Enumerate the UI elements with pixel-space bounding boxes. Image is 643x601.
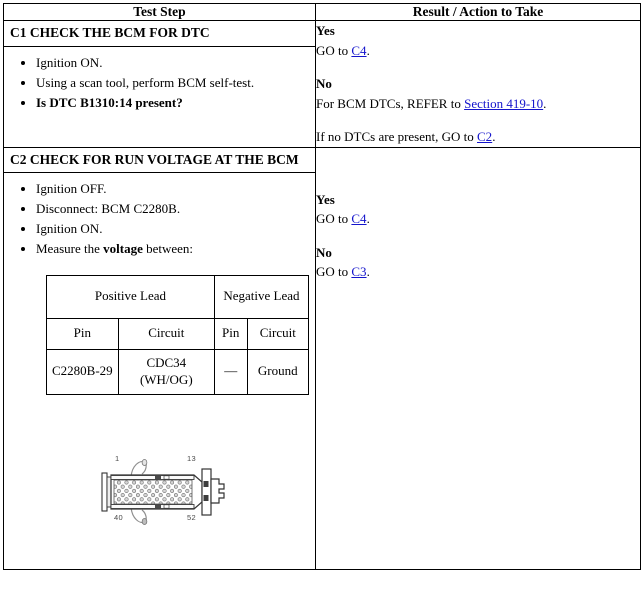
connector-pin-label-52: 52	[187, 512, 196, 522]
step-title-c2: C2 CHECK FOR RUN VOLTAGE AT THE BCM	[4, 148, 315, 174]
result-cell-c2: Yes GO to C4. No GO to C3.	[315, 146, 641, 570]
result-yes-suffix: .	[366, 211, 370, 226]
result-yes-prefix: GO to	[316, 42, 352, 58]
link-c4[interactable]: C4	[351, 211, 366, 226]
measurement-group-header-row: Positive Lead Negative Lead	[46, 274, 310, 319]
result-yes-line: GO to C4.	[316, 41, 640, 61]
link-section-419-10[interactable]: Section 419-10	[464, 96, 543, 111]
step-cell-c2: C2 CHECK FOR RUN VOLTAGE AT THE BCM Igni…	[3, 146, 316, 570]
connector-pin-label-13: 13	[187, 453, 196, 463]
list-item: Measure the voltage between:	[36, 240, 309, 259]
result-extra-line: If no DTCs are present, GO to C2.	[316, 127, 640, 147]
measurement-value-negative-circuit: Ground	[246, 348, 310, 395]
result-no-suffix: .	[543, 95, 547, 111]
pinpoint-test-table: Test Step Result / Action to Take C1 CHE…	[3, 3, 641, 570]
step-bullet-list-c1: Ignition ON. Using a scan tool, perform …	[10, 54, 309, 113]
measurement-header-positive-circuit: Circuit	[117, 317, 215, 350]
pinpoint-test-page: Test Step Result / Action to Take C1 CHE…	[0, 0, 643, 601]
result-no-suffix: .	[366, 264, 370, 279]
result-no-prefix: GO to	[316, 264, 352, 279]
step-body-c1: Ignition ON. Using a scan tool, perform …	[4, 47, 315, 120]
result-yes-line: GO to C4.	[316, 209, 640, 229]
result-yes-label: Yes	[316, 23, 335, 38]
link-c2[interactable]: C2	[477, 129, 492, 144]
connector-figure-wrap: 1 13 40 52	[10, 451, 309, 563]
result-no-line: For BCM DTCs, REFER to Section 419-10.	[316, 94, 640, 114]
connector-diagram: 1 13 40 52	[98, 451, 248, 531]
list-item: Using a scan tool, perform BCM self-test…	[36, 74, 309, 93]
measurement-value-negative-pin: —	[213, 348, 248, 395]
list-item: Is DTC B1310:14 present?	[36, 94, 309, 113]
measurement-value-positive-pin: C2280B-29	[46, 348, 119, 395]
measurement-header-negative-pin: Pin	[213, 317, 248, 350]
measurement-sub-header-row: Pin Circuit Pin Circuit	[46, 317, 310, 350]
result-extra-prefix: If no DTCs are present, GO to	[316, 129, 478, 144]
result-extra-suffix: .	[492, 129, 496, 144]
emphasis-voltage: voltage	[103, 240, 143, 256]
connector-pin-label-40: 40	[114, 512, 123, 522]
step-title-c1: C1 CHECK THE BCM FOR DTC	[4, 21, 315, 47]
measurement-value-positive-circuit: CDC34 (WH/OG)	[117, 348, 215, 395]
result-no-prefix: For BCM DTCs, REFER to	[316, 95, 465, 111]
table-row: C2280B-29 CDC34 (WH/OG) — Ground	[46, 348, 310, 395]
connector-pin-label-1: 1	[115, 453, 120, 463]
measurement-group-negative-lead: Negative Lead	[213, 274, 310, 319]
result-yes-label: Yes	[316, 191, 335, 207]
list-item: Ignition ON.	[36, 220, 309, 239]
result-yes-prefix: GO to	[316, 211, 352, 226]
link-c4[interactable]: C4	[351, 43, 366, 58]
result-cell-c1: Yes GO to C4. No For BCM DTCs, REFER to …	[315, 20, 641, 148]
list-item: Ignition OFF.	[36, 180, 309, 199]
table-row-step-c1: C1 CHECK THE BCM FOR DTC Ignition ON. Us…	[3, 20, 641, 148]
measurement-table: Positive Lead Negative Lead Pin Circuit …	[46, 274, 310, 395]
table-header-row: Test Step Result / Action to Take	[3, 3, 641, 21]
measurement-header-negative-circuit: Circuit	[246, 317, 310, 350]
step-bullet-list-c2: Ignition OFF. Disconnect: BCM C2280B. Ig…	[10, 180, 309, 258]
step-cell-c1: C1 CHECK THE BCM FOR DTC Ignition ON. Us…	[3, 20, 316, 148]
measurement-header-positive-pin: Pin	[46, 317, 119, 350]
result-no-label: No	[316, 244, 332, 260]
list-item: Ignition ON.	[36, 54, 309, 73]
column-header-result-action: Result / Action to Take	[315, 3, 641, 21]
result-yes-suffix: .	[366, 42, 370, 58]
measurement-group-positive-lead: Positive Lead	[46, 274, 215, 319]
table-row-step-c2: C2 CHECK FOR RUN VOLTAGE AT THE BCM Igni…	[3, 146, 641, 570]
link-c3[interactable]: C3	[351, 264, 366, 279]
list-item: Disconnect: BCM C2280B.	[36, 200, 309, 219]
column-header-test-step: Test Step	[3, 3, 316, 21]
result-no-label: No	[316, 76, 332, 91]
step-body-c2: Ignition OFF. Disconnect: BCM C2280B. Ig…	[4, 173, 315, 568]
result-no-line: GO to C3.	[316, 262, 640, 282]
